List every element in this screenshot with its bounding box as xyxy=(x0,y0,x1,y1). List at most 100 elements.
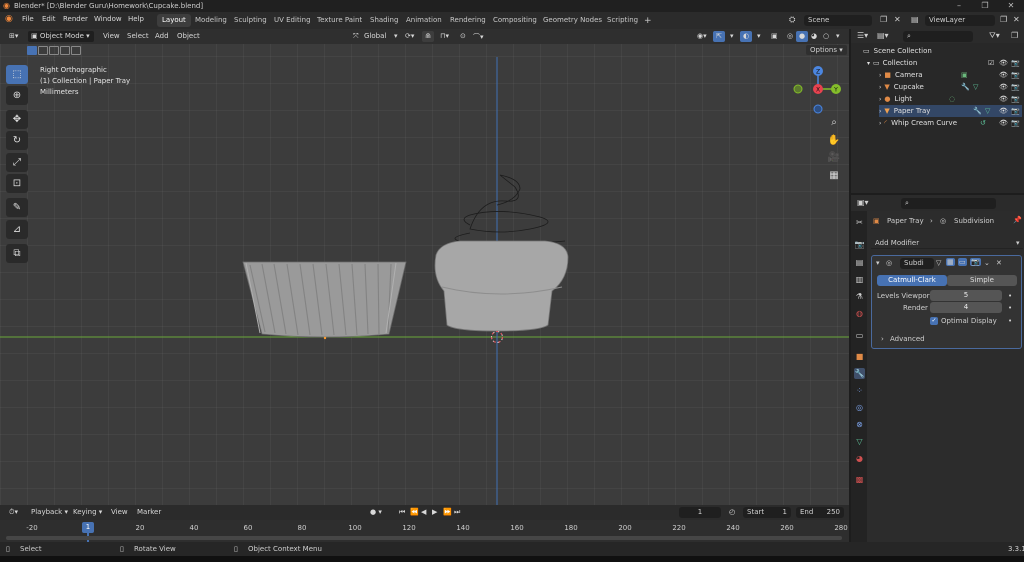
visibility-eye-icon[interactable]: 👁 xyxy=(999,119,1008,127)
view-layer-field[interactable]: ViewLayer xyxy=(925,15,995,26)
modifier-tab-icon[interactable]: 🔧 xyxy=(854,368,865,379)
menu-window[interactable]: Window xyxy=(94,15,122,23)
timeline-menu-view[interactable]: View xyxy=(108,507,131,518)
playhead[interactable]: 1 xyxy=(82,522,94,533)
3d-viewport[interactable]: ⊞▾ ▣ Object Mode ▾ View Select Add Objec… xyxy=(0,29,849,505)
expand-chevron-icon[interactable]: › xyxy=(879,96,881,103)
cage-toggle-icon[interactable]: ▦ xyxy=(946,258,955,266)
advanced-chevron-icon[interactable]: › xyxy=(881,335,884,343)
paper-tray-mesh[interactable] xyxy=(242,261,407,340)
timeline-scrollbar[interactable] xyxy=(6,536,842,540)
timeline-editor-type-icon[interactable]: ⏱▾ xyxy=(6,507,21,518)
collection-camera-icon[interactable]: 📷 xyxy=(1011,59,1020,67)
simple-button[interactable]: Simple xyxy=(947,275,1017,286)
new-view-layer-icon[interactable]: ❐ xyxy=(1000,15,1007,24)
properties-editor-type-icon[interactable]: ▣▾ xyxy=(857,198,869,207)
expand-chevron-icon[interactable]: ▾ xyxy=(867,60,870,67)
timeline-menu-marker[interactable]: Marker xyxy=(134,507,164,518)
keyframe-dot-icon[interactable]: • xyxy=(1008,292,1012,300)
visibility-eye-icon[interactable]: 👁 xyxy=(999,107,1008,115)
outliner-scene-collection[interactable]: ▭ Scene Collection xyxy=(863,45,932,57)
render-levels-field[interactable]: 4 xyxy=(930,302,1002,313)
play-reverse-icon[interactable]: ◀ xyxy=(418,507,429,518)
collection-eye-icon[interactable]: 👁 xyxy=(999,59,1008,67)
render-camera-icon[interactable]: 📷 xyxy=(1011,83,1020,91)
keyframe-dot-icon[interactable]: • xyxy=(1008,304,1012,312)
render-tab-icon[interactable]: 📷 xyxy=(854,239,865,250)
outliner-editor-type-icon[interactable]: ☰▾ xyxy=(857,31,868,40)
tab-sculpting[interactable]: Sculpting xyxy=(229,14,272,27)
menu-file[interactable]: File xyxy=(22,15,34,23)
scene-tab-icon[interactable]: ⚗ xyxy=(854,291,865,302)
jump-end-icon[interactable]: ⏭ xyxy=(451,507,463,518)
advanced-section-label[interactable]: Advanced xyxy=(890,335,925,343)
realtime-toggle-icon[interactable]: ▭ xyxy=(958,258,967,266)
timeline-ruler[interactable]: -20 20 40 60 80 100 120 140 160 180 200 … xyxy=(0,520,849,542)
collection-tab-icon[interactable]: ▭ xyxy=(854,330,865,341)
object-tab-icon[interactable]: ■ xyxy=(854,351,865,362)
tab-animation[interactable]: Animation xyxy=(401,14,447,27)
properties-search-input[interactable]: ⌕ xyxy=(901,198,996,209)
play-icon[interactable]: ▶ xyxy=(429,507,440,518)
catmull-clark-button[interactable]: Catmull-Clark xyxy=(877,275,947,286)
outliner-item-light[interactable]: › ● Light ◌ 👁 📷 xyxy=(879,93,1022,105)
timeline-menu-playback[interactable]: Playback ▾ xyxy=(28,507,71,518)
timeline-menu-keying[interactable]: Keying ▾ xyxy=(70,507,105,518)
tab-texture-paint[interactable]: Texture Paint xyxy=(312,14,367,27)
menu-help[interactable]: Help xyxy=(128,15,144,23)
whip-cream-curve[interactable] xyxy=(454,174,566,245)
close-icon[interactable]: ✕ xyxy=(998,0,1024,12)
outliner-item-paper-tray[interactable]: › ▼ Paper Tray 🔧 ▽ 👁 📷 xyxy=(879,105,1022,117)
scene-icon[interactable]: ⛭ xyxy=(789,15,795,25)
menu-edit[interactable]: Edit xyxy=(42,15,56,23)
render-camera-icon[interactable]: 📷 xyxy=(1011,71,1020,79)
menu-render[interactable]: Render xyxy=(63,15,88,23)
outliner-collection[interactable]: ▾ ▭ Collection ☑ 👁 📷 xyxy=(867,57,1022,69)
expand-chevron-icon[interactable]: › xyxy=(879,72,881,79)
levels-viewport-field[interactable]: 5 xyxy=(930,290,1002,301)
scene-canvas[interactable] xyxy=(0,29,849,505)
tool-tab-icon[interactable]: ✂ xyxy=(854,217,865,228)
outliner-search-input[interactable]: ⌕ xyxy=(903,31,973,42)
current-frame-field[interactable]: 1 xyxy=(679,507,721,518)
maximize-icon[interactable]: ❐ xyxy=(972,0,998,12)
new-scene-icon[interactable]: ❐ xyxy=(880,15,887,24)
expand-chevron-icon[interactable]: › xyxy=(879,84,881,91)
constraints-tab-icon[interactable]: ⊗ xyxy=(854,419,865,430)
tab-shading[interactable]: Shading xyxy=(365,14,403,27)
minimize-icon[interactable]: – xyxy=(946,0,972,12)
data-tab-icon[interactable]: ▽ xyxy=(854,436,865,447)
stopwatch-icon[interactable]: ◴ xyxy=(726,507,738,518)
tab-layout[interactable]: Layout xyxy=(157,14,191,27)
material-tab-icon[interactable]: ◕ xyxy=(854,453,865,464)
start-frame-field[interactable]: Start 1 xyxy=(743,507,791,518)
optimal-display-checkbox[interactable]: ✓ xyxy=(930,317,938,325)
keyframe-dot-icon[interactable]: • xyxy=(1008,317,1012,325)
output-tab-icon[interactable]: ▤ xyxy=(854,257,865,268)
render-camera-icon[interactable]: 📷 xyxy=(1011,119,1020,127)
tab-modeling[interactable]: Modeling xyxy=(190,14,232,27)
visibility-eye-icon[interactable]: 👁 xyxy=(999,83,1008,91)
delete-view-layer-icon[interactable]: ✕ xyxy=(1013,15,1020,24)
view-layer-tab-icon[interactable]: ▥ xyxy=(854,274,865,285)
modifier-dropdown-icon[interactable]: ⌄ xyxy=(984,259,990,267)
collapse-chevron-icon[interactable]: ▾ xyxy=(876,259,880,267)
tab-scripting[interactable]: Scripting xyxy=(602,14,643,27)
display-mode-icon[interactable]: ▤▾ xyxy=(877,31,889,40)
pin-icon[interactable]: 📌 xyxy=(1013,216,1022,224)
collection-checkbox-icon[interactable]: ☑ xyxy=(988,59,994,67)
tab-geometry-nodes[interactable]: Geometry Nodes xyxy=(538,14,607,27)
expand-chevron-icon[interactable]: › xyxy=(879,120,881,127)
outliner-item-camera[interactable]: › ■ Camera ▣ 👁 📷 xyxy=(879,69,1022,81)
render-camera-icon[interactable]: 📷 xyxy=(1011,107,1020,115)
view-layer-icon[interactable]: ▤ xyxy=(911,15,919,24)
scene-name-field[interactable]: Scene xyxy=(804,15,872,26)
new-collection-icon[interactable]: ❐ xyxy=(1011,31,1018,40)
visibility-eye-icon[interactable]: 👁 xyxy=(999,71,1008,79)
visibility-eye-icon[interactable]: 👁 xyxy=(999,95,1008,103)
physics-tab-icon[interactable]: ◎ xyxy=(854,402,865,413)
cupcake-mesh[interactable] xyxy=(434,240,569,332)
add-modifier-button[interactable]: Add Modifier ▾ xyxy=(871,236,1023,249)
edit-mode-toggle-icon[interactable]: ▽ xyxy=(936,259,941,267)
add-workspace-icon[interactable]: + xyxy=(639,14,657,27)
